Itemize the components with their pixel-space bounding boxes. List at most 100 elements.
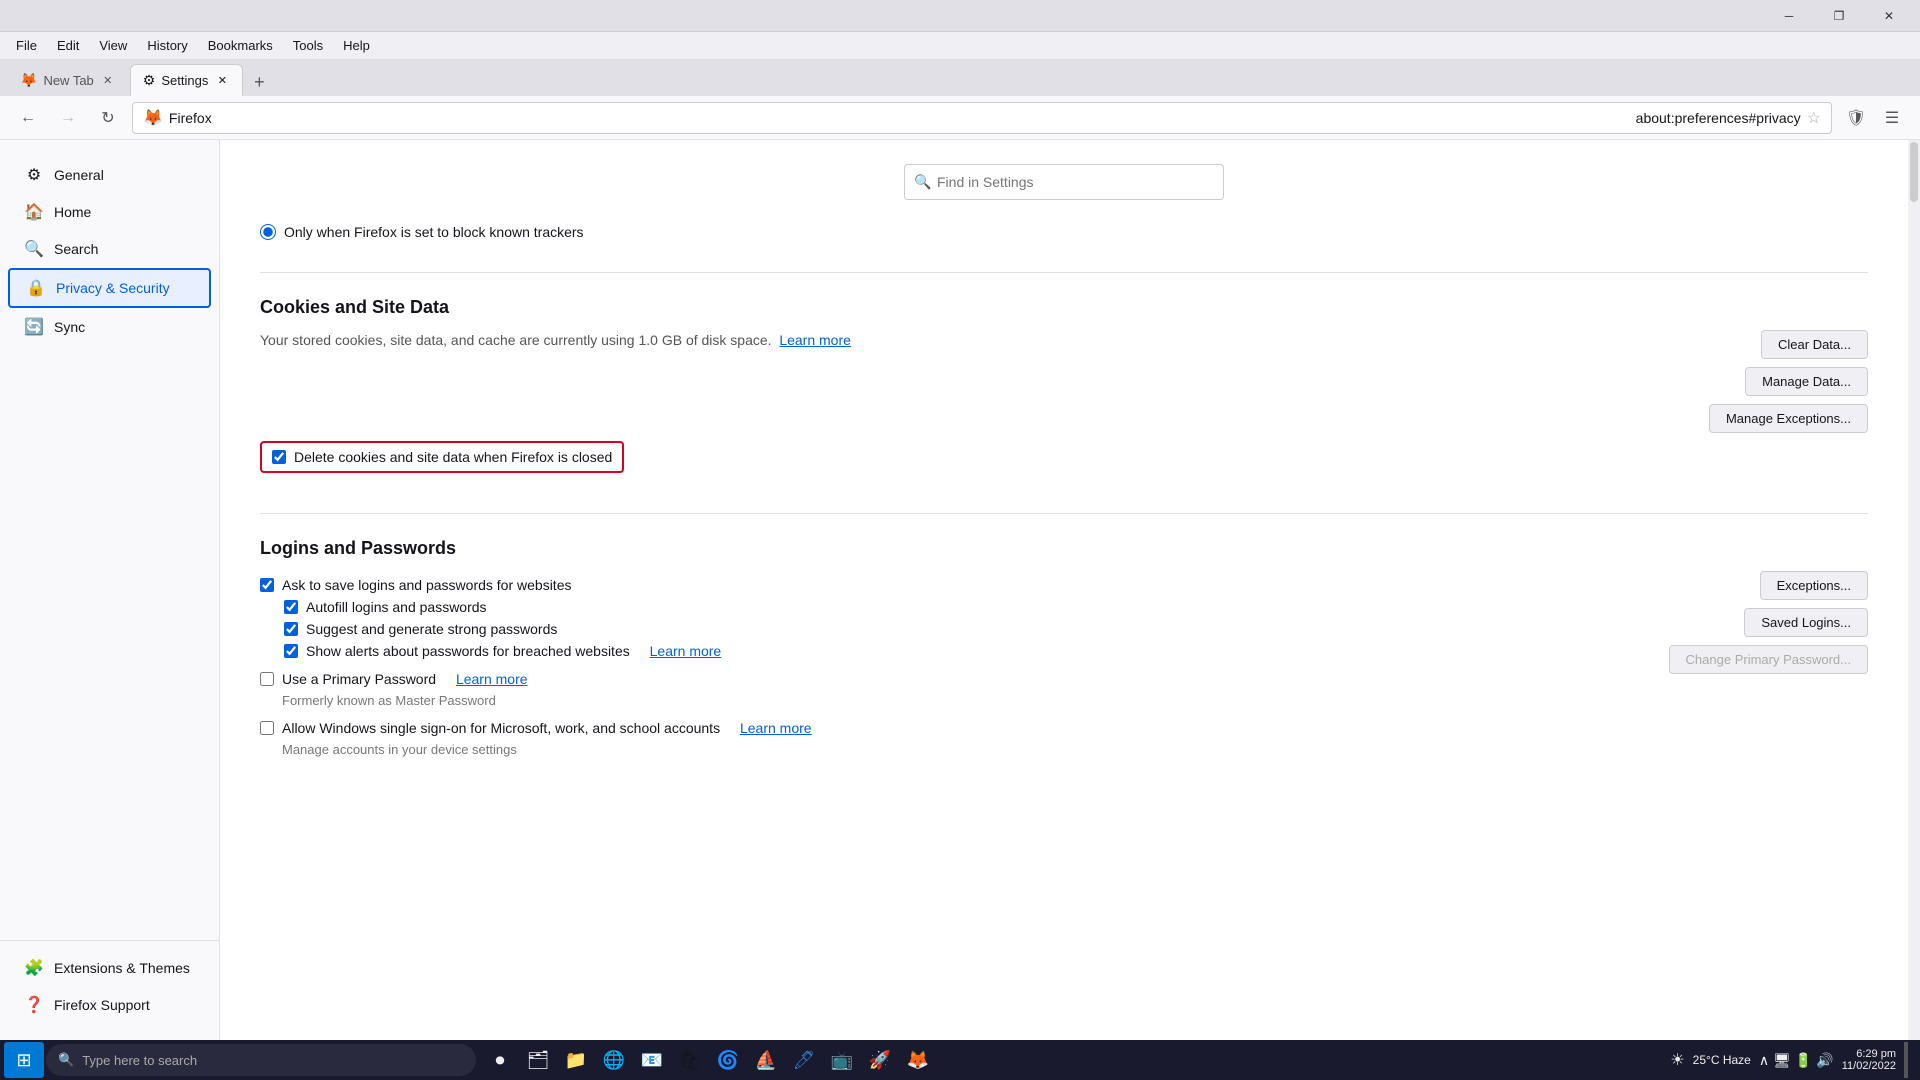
sidebar-item-search[interactable]: 🔍 Search <box>8 231 211 267</box>
taskbar-clock[interactable]: 6:29 pm 11/02/2022 <box>1842 1048 1896 1072</box>
windows-sso-note: Manage accounts in your device settings <box>282 742 1649 757</box>
primary-password-label: Use a Primary Password <box>282 671 436 687</box>
newtab-favicon: 🦊 <box>20 72 37 89</box>
clock-time: 6:29 pm <box>1856 1048 1896 1060</box>
radio-block-trackers[interactable] <box>260 224 276 240</box>
taskbar-search[interactable]: 🔍 Type here to search <box>46 1044 476 1076</box>
logins-content-left: Ask to save logins and passwords for web… <box>260 571 1649 757</box>
bookmark-star-icon[interactable]: ☆ <box>1807 108 1821 128</box>
tracker-radio-group: Only when Firefox is set to block known … <box>260 224 1868 240</box>
home-icon: 🏠 <box>24 202 44 222</box>
taskbar-photos[interactable]: 📺 <box>824 1042 860 1078</box>
sidebar-item-extensions-label: Extensions & Themes <box>54 960 190 976</box>
taskbar-task-view[interactable]: 🗂 <box>520 1042 556 1078</box>
forward-button[interactable]: → <box>52 102 84 134</box>
tab-newtab[interactable]: 🦊 New Tab ✕ <box>8 64 128 96</box>
taskbar-file-explorer[interactable]: 📁 <box>558 1042 594 1078</box>
sidebar-item-sync[interactable]: 🔄 Sync <box>8 309 211 345</box>
windows-sso-label: Allow Windows single sign-on for Microso… <box>282 720 720 736</box>
menu-help[interactable]: Help <box>335 35 378 56</box>
taskbar-search-icon: 🔍 <box>58 1052 74 1068</box>
show-alerts-learn-more-link[interactable]: Learn more <box>650 643 722 659</box>
general-icon: ⚙ <box>24 165 44 185</box>
show-alerts-row: Show alerts about passwords for breached… <box>284 643 1649 659</box>
tab-settings-label: Settings <box>161 73 208 88</box>
tray-battery-icon[interactable]: 🔋 <box>1795 1052 1812 1069</box>
minimize-button[interactable]: ─ <box>1766 0 1812 32</box>
address-text: Firefox <box>169 110 1630 126</box>
taskbar-firefox[interactable]: 🦊 <box>900 1042 936 1078</box>
sidebar-item-support[interactable]: ❓ Firefox Support <box>8 987 211 1023</box>
start-button[interactable]: ⊞ <box>4 1042 44 1078</box>
taskbar-cortana[interactable]: ⏺ <box>482 1042 518 1078</box>
find-in-settings-input[interactable] <box>904 164 1224 200</box>
windows-sso-checkbox[interactable] <box>260 721 274 735</box>
tab-settings-close[interactable]: ✕ <box>214 72 230 88</box>
suggest-checkbox[interactable] <box>284 622 298 636</box>
taskbar-store[interactable]: 🛍 <box>672 1042 708 1078</box>
exceptions-button[interactable]: Exceptions... <box>1760 571 1868 600</box>
show-desktop-button[interactable] <box>1904 1042 1908 1078</box>
primary-password-checkbox[interactable] <box>260 672 274 686</box>
taskbar-app2[interactable]: 🚀 <box>862 1042 898 1078</box>
menu-tools[interactable]: Tools <box>285 35 331 56</box>
search-nav-icon: 🔍 <box>24 239 44 259</box>
cookies-section: Cookies and Site Data Your stored cookie… <box>260 297 1868 481</box>
new-tab-button[interactable]: + <box>245 68 273 96</box>
ask-save-row: Ask to save logins and passwords for web… <box>260 577 1649 593</box>
taskbar-skype[interactable]: ⛵ <box>748 1042 784 1078</box>
windows-sso-row: Allow Windows single sign-on for Microso… <box>260 720 1649 736</box>
windows-sso-learn-more-link[interactable]: Learn more <box>740 720 812 736</box>
privacy-icon: 🔒 <box>26 278 46 298</box>
suggest-row: Suggest and generate strong passwords <box>284 621 1649 637</box>
clear-data-button[interactable]: Clear Data... <box>1761 330 1868 359</box>
primary-password-learn-more-link[interactable]: Learn more <box>456 671 528 687</box>
close-button[interactable]: ✕ <box>1866 0 1912 32</box>
tray-display-icon[interactable]: 🖥 <box>1773 1052 1791 1069</box>
sidebar-bottom: 🧩 Extensions & Themes ❓ Firefox Support <box>0 940 219 1024</box>
title-bar-buttons: ─ ❐ ✕ <box>1766 0 1912 32</box>
settings-search-container: 🔍 <box>260 164 1868 200</box>
taskbar-mail[interactable]: 📧 <box>634 1042 670 1078</box>
scrollbar-thumb[interactable] <box>1910 142 1918 202</box>
sidebar-item-home[interactable]: 🏠 Home <box>8 194 211 230</box>
weather-temp: 25°C Haze <box>1693 1053 1751 1067</box>
cookies-learn-more-link[interactable]: Learn more <box>779 332 851 348</box>
nav-right-buttons: 🛡 ☰ <box>1840 102 1908 134</box>
sidebar-item-extensions[interactable]: 🧩 Extensions & Themes <box>8 950 211 986</box>
menu-file[interactable]: File <box>8 35 45 56</box>
taskbar-word[interactable]: 🖊 <box>786 1042 822 1078</box>
tab-settings[interactable]: ⚙ Settings ✕ <box>130 64 244 96</box>
saved-logins-button[interactable]: Saved Logins... <box>1744 608 1868 637</box>
tray-chevron-icon[interactable]: ∧ <box>1759 1052 1769 1069</box>
clock-date: 11/02/2022 <box>1842 1060 1896 1072</box>
menu-view[interactable]: View <box>91 35 135 56</box>
menu-bookmarks[interactable]: Bookmarks <box>200 35 281 56</box>
back-button[interactable]: ← <box>12 102 44 134</box>
sidebar-item-privacy[interactable]: 🔒 Privacy & Security <box>8 268 211 308</box>
manage-exceptions-button[interactable]: Manage Exceptions... <box>1709 404 1868 433</box>
maximize-button[interactable]: ❐ <box>1816 0 1862 32</box>
taskbar-edge[interactable]: 🌐 <box>596 1042 632 1078</box>
delete-cookies-checkbox[interactable] <box>272 450 286 464</box>
manage-data-button[interactable]: Manage Data... <box>1745 367 1868 396</box>
ask-save-checkbox[interactable] <box>260 578 274 592</box>
menu-history[interactable]: History <box>139 35 195 56</box>
taskbar-app1[interactable]: 🌀 <box>710 1042 746 1078</box>
scrollbar-track[interactable] <box>1908 140 1920 1040</box>
tray-volume-icon[interactable]: 🔊 <box>1816 1052 1833 1069</box>
radio-block-trackers-label: Only when Firefox is set to block known … <box>284 224 584 240</box>
address-bar[interactable]: 🦊 Firefox about:preferences#privacy ☆ <box>132 102 1832 134</box>
menu-bar: File Edit View History Bookmarks Tools H… <box>0 32 1920 60</box>
change-primary-button[interactable]: Change Primary Password... <box>1669 645 1868 674</box>
shield-icon[interactable]: 🛡 <box>1840 102 1872 134</box>
divider-1 <box>260 272 1868 273</box>
menu-icon[interactable]: ☰ <box>1876 102 1908 134</box>
tab-newtab-close[interactable]: ✕ <box>100 72 116 88</box>
show-alerts-checkbox[interactable] <box>284 644 298 658</box>
menu-edit[interactable]: Edit <box>49 35 87 56</box>
autofill-checkbox[interactable] <box>284 600 298 614</box>
taskbar-tray-icons: ∧ 🖥 🔋 🔊 <box>1759 1052 1834 1069</box>
reload-button[interactable]: ↻ <box>92 102 124 134</box>
sidebar-item-general[interactable]: ⚙ General <box>8 157 211 193</box>
